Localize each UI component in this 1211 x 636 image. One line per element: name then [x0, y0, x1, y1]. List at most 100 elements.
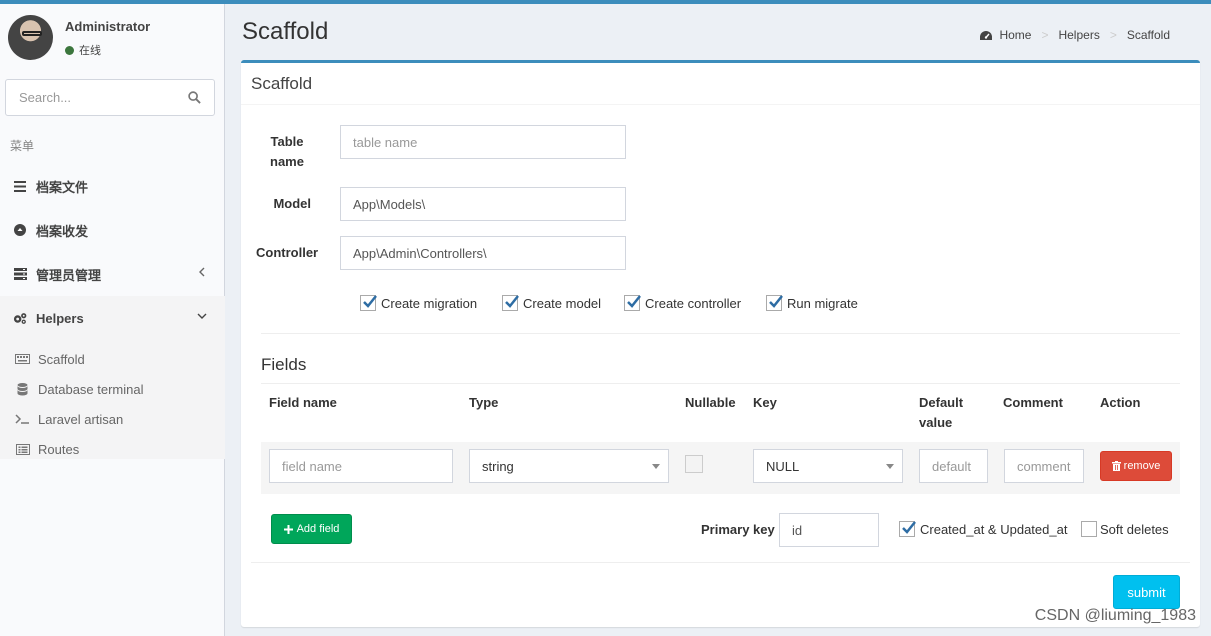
- sidebar-item-archive-files[interactable]: 档案文件: [0, 164, 225, 208]
- header-field-name: Field name: [269, 395, 337, 410]
- bars-icon: [13, 179, 27, 193]
- sidebar-subitem-label: Database terminal: [38, 381, 144, 397]
- breadcrumb-helpers[interactable]: Helpers: [1058, 28, 1099, 42]
- cogs-icon: [13, 311, 27, 325]
- model-input[interactable]: [340, 187, 626, 221]
- default-input[interactable]: [919, 449, 988, 483]
- header-default-value: Default value: [919, 395, 964, 430]
- run-migrate-checkbox[interactable]: Run migrate: [766, 295, 858, 311]
- terminal-icon: [15, 413, 30, 425]
- scaffold-box: Scaffold Table name Model Controller Cre…: [241, 60, 1200, 627]
- type-select[interactable]: string: [469, 449, 669, 483]
- page-title: Scaffold: [242, 18, 329, 45]
- table-name-label: Table name: [270, 134, 304, 169]
- box-title: Scaffold: [251, 74, 313, 93]
- sidebar-subitem-laravel-artisan[interactable]: Laravel artisan: [0, 404, 225, 434]
- checkbox-checked[interactable]: [899, 521, 916, 537]
- watermark: CSDN @liuming_1983: [1034, 607, 1196, 624]
- chevron-down-icon: [197, 313, 207, 319]
- breadcrumb-home[interactable]: Home: [999, 28, 1031, 42]
- sidebar-subitem-label: Routes: [38, 441, 80, 457]
- sidebar-search: [5, 79, 215, 116]
- header-comment: Comment: [1003, 395, 1063, 410]
- soft-deletes-checkbox[interactable]: Soft deletes: [1081, 521, 1169, 537]
- key-select[interactable]: NULL: [753, 449, 903, 483]
- create-model-checkbox[interactable]: Create model: [502, 295, 601, 311]
- header-action: Action: [1100, 395, 1141, 410]
- sidebar-item-label: 档案文件: [36, 179, 89, 195]
- caret-down-icon: [652, 464, 660, 469]
- model-label: Model: [273, 196, 311, 211]
- checkbox-label: Created_at & Updated_at: [920, 521, 1068, 537]
- checkbox-checked[interactable]: [766, 295, 783, 311]
- comment-input[interactable]: [1004, 449, 1084, 483]
- avatar: [8, 15, 53, 60]
- nullable-checkbox[interactable]: [685, 455, 703, 473]
- sidebar-item-helpers[interactable]: Helpers: [0, 296, 225, 340]
- checkbox-label: Create migration: [381, 295, 478, 311]
- breadcrumb-separator: >: [1041, 28, 1049, 42]
- server-icon: [13, 267, 27, 281]
- caret-down-icon: [886, 464, 894, 469]
- header-key: Key: [753, 395, 777, 410]
- header-nullable: Nullable: [685, 395, 736, 410]
- breadcrumb-separator: >: [1109, 28, 1117, 42]
- sidebar-subitem-scaffold[interactable]: Scaffold: [0, 344, 225, 374]
- sidebar-item-label: 档案收发: [36, 223, 89, 239]
- sidebar-subitem-routes[interactable]: Routes: [0, 434, 225, 464]
- sidebar: Administrator 在线 菜单 档案文件 档案收发 管理员管理 Help: [0, 4, 225, 636]
- checkbox-label: Run migrate: [787, 295, 858, 311]
- search-icon[interactable]: [188, 91, 201, 104]
- sidebar-item-archive-transfer[interactable]: 档案收发: [0, 208, 225, 252]
- checkbox-label: Create model: [523, 295, 602, 311]
- sidebar-item-label: Helpers: [36, 310, 84, 326]
- checkbox-unchecked[interactable]: [1081, 521, 1097, 537]
- plus-icon: [283, 524, 293, 534]
- checkbox-checked[interactable]: [502, 295, 519, 311]
- field-name-input[interactable]: [269, 449, 453, 483]
- create-migration-checkbox[interactable]: Create migration: [360, 295, 477, 311]
- user-name: Administrator: [65, 19, 151, 34]
- header-type: Type: [469, 395, 499, 410]
- search-input[interactable]: [6, 80, 176, 115]
- checkbox-label: Soft deletes: [1100, 521, 1169, 537]
- controller-input[interactable]: [340, 236, 626, 270]
- trash-icon: [1111, 461, 1121, 471]
- sidebar-subitem-label: Laravel artisan: [38, 411, 124, 427]
- user-status-text: 在线: [79, 45, 101, 57]
- list-alt-icon: [15, 443, 30, 455]
- timestamps-checkbox[interactable]: Created_at & Updated_at: [899, 521, 1067, 537]
- add-field-button[interactable]: Add field: [271, 514, 352, 544]
- sidebar-item-admin-management[interactable]: 管理员管理: [0, 252, 225, 296]
- primary-key-input[interactable]: [779, 513, 879, 547]
- remove-label: remove: [1123, 460, 1161, 472]
- keyboard-icon: [15, 353, 30, 365]
- controller-label: Controller: [256, 245, 319, 260]
- breadcrumb-current: Scaffold: [1126, 28, 1170, 42]
- online-dot-icon: [65, 45, 74, 55]
- section-divider: [261, 333, 1180, 334]
- table-name-input[interactable]: [340, 125, 626, 159]
- checkbox-checked[interactable]: [624, 295, 641, 311]
- sidebar-item-label: 管理员管理: [36, 267, 102, 283]
- table-header-divider: [261, 383, 1180, 384]
- box-header-divider: [241, 104, 1200, 105]
- key-select-value: NULL: [766, 458, 800, 474]
- remove-field-button[interactable]: remove: [1100, 451, 1172, 481]
- sidebar-subitem-database-terminal[interactable]: Database terminal: [0, 374, 225, 404]
- circle-up-icon: [13, 223, 27, 237]
- fields-title: Fields: [261, 355, 307, 374]
- menu-header: 菜单: [10, 139, 35, 153]
- checkbox-checked[interactable]: [360, 295, 377, 311]
- add-field-label: Add field: [296, 523, 340, 535]
- primary-key-label: Primary key: [701, 522, 775, 537]
- helpers-submenu: Scaffold Database terminal Laravel artis…: [0, 340, 225, 459]
- create-controller-checkbox[interactable]: Create controller: [624, 295, 741, 311]
- breadcrumb: Home > Helpers > Scaffold: [979, 28, 1170, 42]
- type-select-value: string: [482, 458, 514, 474]
- user-panel: Administrator 在线: [0, 4, 225, 70]
- submit-button[interactable]: submit: [1113, 575, 1180, 609]
- chevron-left-icon: [199, 267, 205, 277]
- database-icon: [15, 382, 30, 395]
- user-status: 在线: [65, 42, 101, 58]
